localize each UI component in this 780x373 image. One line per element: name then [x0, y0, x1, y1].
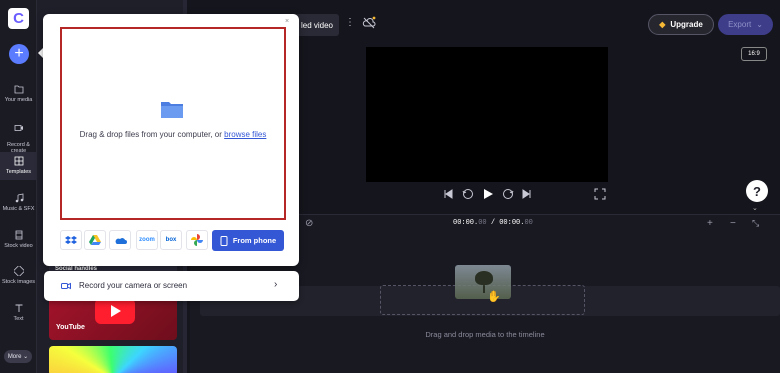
youtube-play-icon [95, 298, 135, 324]
more-options-icon[interactable]: ⋮ [345, 17, 355, 28]
templates-icon [14, 156, 23, 166]
skip-back-icon[interactable] [441, 187, 455, 201]
sidebar-item-templates[interactable]: Templates [0, 152, 37, 180]
add-media-button[interactable]: + [9, 44, 29, 64]
export-label: Export [728, 20, 752, 29]
video-preview [366, 47, 608, 182]
sidebar-item-label: Your media [4, 97, 33, 103]
sidebar-item-label: Stock video [4, 243, 33, 249]
sidebar-item-label: Stock images [1, 279, 35, 285]
close-icon[interactable]: × [285, 18, 289, 25]
time-current: 00:00. [453, 219, 479, 227]
sidebar-item-record-create[interactable]: Record & create [0, 117, 37, 154]
record-icon [14, 125, 23, 131]
cloud-off-icon[interactable] [362, 16, 376, 30]
upgrade-label: Upgrade [670, 20, 703, 29]
phone-icon [220, 235, 228, 246]
sidebar-item-text[interactable]: Text [0, 303, 37, 325]
app-logo[interactable]: C [8, 8, 29, 29]
upgrade-button[interactable]: ◆ Upgrade [648, 14, 714, 35]
chevron-right-icon: › [274, 279, 278, 290]
folder-icon [14, 85, 23, 94]
time-total-ms: 00 [524, 219, 533, 227]
onedrive-button[interactable] [109, 230, 131, 250]
fit-timeline-icon[interactable]: ⤡ [752, 218, 759, 229]
google-photos-icon [191, 234, 203, 246]
film-icon [15, 230, 22, 240]
browse-files-link[interactable]: browse files [224, 130, 266, 139]
image-icon [13, 266, 24, 276]
timecode: 00:00.00 / 00:00.00 [453, 219, 533, 227]
sidebar-item-music-sfx[interactable]: Music & SFX [0, 193, 37, 215]
camera-icon [61, 282, 71, 290]
sidebar-item-stock-video[interactable]: Stock video [0, 230, 37, 252]
project-title[interactable]: led video [292, 14, 339, 36]
export-button[interactable]: Export ⌄ [718, 14, 773, 35]
google-drive-button[interactable] [84, 230, 106, 250]
drop-text: Drag & drop files from your computer, or [79, 130, 225, 139]
skip-forward-icon[interactable] [520, 187, 534, 201]
chevron-down-icon: ⌄ [756, 20, 763, 29]
dropbox-icon [65, 235, 77, 244]
record-camera-screen-button[interactable]: Record your camera or screen › [44, 271, 299, 301]
fullscreen-icon[interactable] [593, 187, 607, 201]
sidebar-item-your-media[interactable]: Your media [0, 84, 37, 106]
magnet-icon[interactable]: ⊘ [305, 218, 313, 229]
record-label: Record your camera or screen [79, 281, 188, 290]
zoom-out-icon[interactable]: − [730, 218, 736, 229]
folder-icon [161, 102, 183, 118]
grab-cursor-icon: ✋ [487, 291, 501, 303]
gem-icon: ◆ [659, 20, 666, 29]
file-drop-zone[interactable] [60, 27, 286, 220]
music-icon [15, 193, 23, 203]
zoom-button[interactable]: zoom [136, 230, 158, 250]
aspect-ratio-button[interactable]: 16:9 [741, 47, 767, 61]
drop-instructions: Drag & drop files from your computer, or… [60, 129, 286, 140]
sidebar-item-stock-images[interactable]: Stock images [0, 266, 37, 288]
more-label: More [7, 353, 22, 360]
from-phone-label: From phone [232, 236, 277, 245]
clipchamp-editor: C + Your media Record & create Templates… [0, 0, 780, 373]
help-button[interactable]: ? [746, 180, 768, 202]
time-current-ms: 00 [478, 219, 487, 227]
onedrive-icon [115, 237, 127, 244]
box-button[interactable]: box [160, 230, 182, 250]
time-total: 00:00. [499, 219, 525, 227]
text-icon [15, 304, 22, 312]
more-button[interactable]: More ⌄ [4, 350, 32, 363]
template-rainbow[interactable] [49, 346, 177, 373]
template-label: YouTube [56, 324, 85, 331]
dragged-media-thumbnail[interactable] [455, 265, 511, 299]
from-phone-button[interactable]: From phone [212, 230, 284, 251]
google-photos-button[interactable] [186, 230, 208, 250]
sidebar-item-label: Music & SFX [2, 206, 35, 212]
sidebar-item-label: Templates [5, 169, 32, 175]
timeline-hint: Drag and drop media to the timeline [425, 330, 545, 339]
time-separator: / [486, 219, 500, 227]
rewind-5-icon[interactable] [461, 187, 475, 201]
dropbox-button[interactable] [60, 230, 82, 250]
zoom-in-icon[interactable]: + [707, 218, 713, 229]
left-rail: C + Your media Record & create Templates… [0, 0, 37, 373]
forward-5-icon[interactable] [501, 187, 515, 201]
sidebar-item-label: Text [13, 316, 24, 322]
tree-trunk [483, 283, 485, 293]
play-icon[interactable] [481, 187, 495, 201]
google-drive-icon [89, 234, 101, 245]
chevron-down-icon[interactable]: ⌄ [752, 204, 758, 212]
